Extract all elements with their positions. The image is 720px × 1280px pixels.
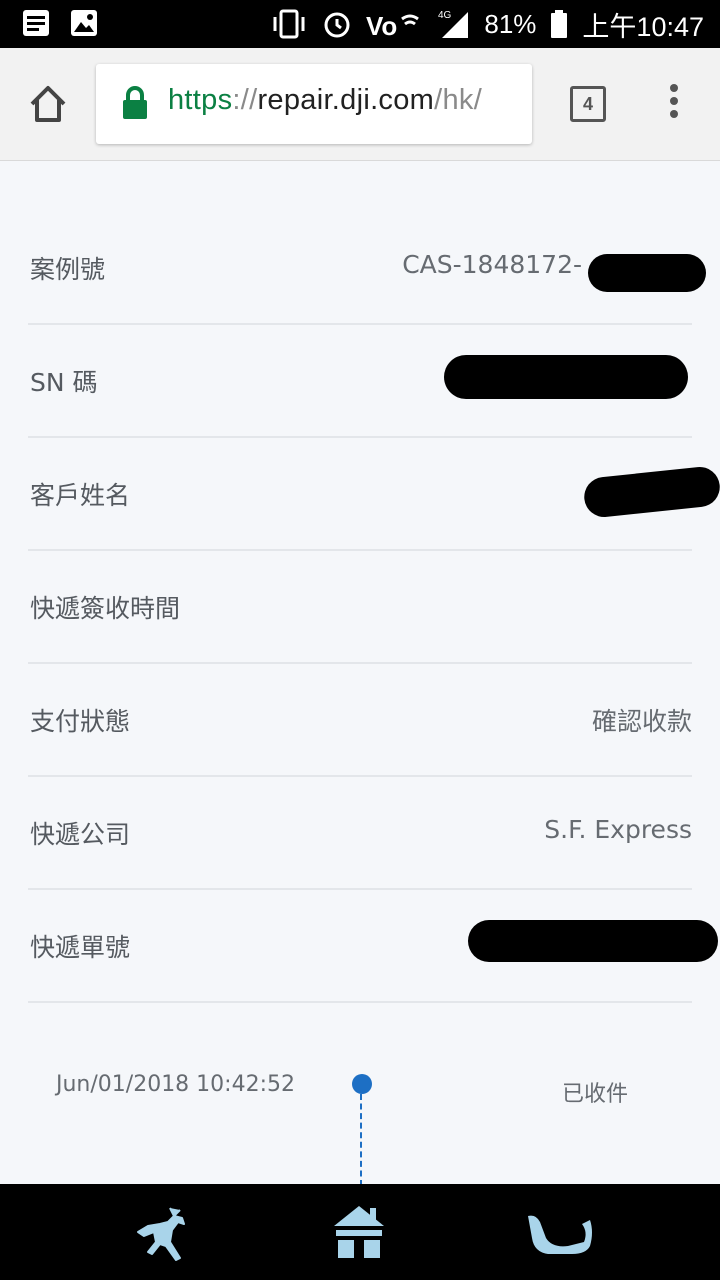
house-icon[interactable] [330, 1202, 388, 1262]
info-row-customer-name: 客戶姓名 [28, 438, 720, 551]
info-row-courier: 快遞公司 S.F. Express [28, 777, 692, 890]
signal-icon: 4G [438, 10, 469, 38]
redaction-mark [468, 920, 718, 962]
address-bar[interactable]: https://repair.dji.com/hk/ [96, 64, 532, 144]
vibrate-icon [273, 9, 305, 39]
timeline-date: Jun/01/2018 10:42:52 [56, 1072, 295, 1097]
bottom-navigation [0, 1184, 720, 1280]
url-separator: :// [232, 84, 258, 116]
notification-icon [23, 10, 49, 36]
status-bar: Vo 4G 81% 上午10:47 [0, 0, 720, 48]
case-number-label: 案例號 [30, 255, 106, 284]
payment-status-value: 確認收款 [591, 707, 692, 736]
repair-info-list: 案例號 CAS-1848172- SN 碼 客戶姓名 快遞簽收時間 支付狀態 確… [28, 212, 720, 1003]
info-row-delivery-time: 快遞簽收時間 [28, 551, 692, 664]
image-notification-icon [71, 10, 97, 36]
info-row-case-number: 案例號 CAS-1848172- [28, 212, 706, 325]
info-row-tracking-number: 快遞單號 [28, 890, 718, 1003]
battery-icon [551, 10, 568, 38]
url-text: https://repair.dji.com/hk/ [168, 84, 482, 117]
tracking-number-label: 快遞單號 [30, 933, 131, 962]
alarm-icon [324, 12, 350, 38]
sleigh-icon[interactable] [522, 1202, 596, 1262]
courier-label: 快遞公司 [30, 820, 131, 849]
overflow-menu-icon[interactable] [664, 84, 684, 124]
redaction-mark [582, 465, 720, 519]
tab-switcher-button[interactable]: 4 [570, 86, 606, 122]
timeline-dot [352, 1074, 372, 1094]
reindeer-icon[interactable] [130, 1202, 190, 1266]
customer-name-label: 客戶姓名 [30, 481, 131, 510]
battery-percent: 81% [484, 8, 537, 39]
timeline-connector [360, 1094, 362, 1186]
clock: 上午10:47 [582, 11, 704, 42]
timeline-status: 已收件 [562, 1082, 629, 1107]
redaction-mark [444, 355, 688, 399]
url-scheme: https [168, 84, 233, 116]
volte-wifi-icon: Vo [366, 11, 420, 39]
payment-status-label: 支付狀態 [30, 707, 131, 736]
redaction-mark [588, 254, 706, 292]
lock-icon [123, 86, 147, 119]
delivery-time-label: 快遞簽收時間 [30, 594, 181, 623]
svg-text:Vo: Vo [366, 11, 397, 39]
url-path: /hk/ [434, 84, 483, 116]
home-icon[interactable] [26, 82, 70, 126]
case-number-value: CAS-1848172- [402, 250, 582, 279]
courier-value: S.F. Express [544, 815, 692, 844]
browser-toolbar: https://repair.dji.com/hk/ 4 [0, 48, 720, 161]
url-host: repair.dji.com [257, 84, 435, 116]
info-row-sn: SN 碼 [28, 325, 692, 438]
info-row-payment-status: 支付狀態 確認收款 [28, 664, 692, 777]
network-type: 4G [438, 10, 452, 21]
sn-label: SN 碼 [30, 368, 98, 397]
